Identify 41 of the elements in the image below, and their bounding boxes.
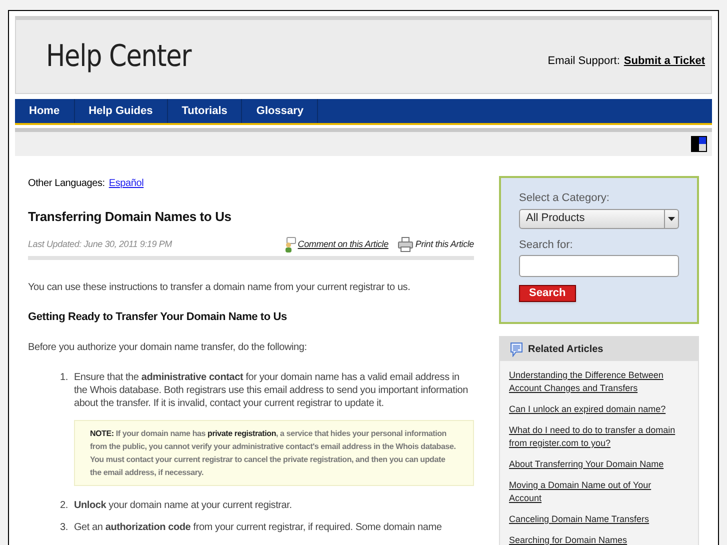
nav-tab[interactable]: Glossary <box>242 99 318 123</box>
nav-tab[interactable]: Home <box>15 99 75 123</box>
step-number: 2. <box>60 499 68 512</box>
nav-tab[interactable]: Tutorials <box>168 99 242 123</box>
step-number: 3. <box>60 521 68 534</box>
site-title: Help Center <box>46 38 192 76</box>
languages-label: Other Languages: <box>28 177 105 191</box>
speech-bubble-icon <box>510 342 523 356</box>
related-article-link[interactable]: Searching for Domain Names <box>509 534 689 545</box>
intro-paragraph: You can use these instructions to transfer a domain name from your current registrar to us. <box>28 280 412 294</box>
related-article-link[interactable]: Understanding the Difference Between Account Changes and Transfers <box>509 369 689 395</box>
lead-paragraph: Before you authorize your domain name transfer, do the following: <box>28 341 308 355</box>
comment-link[interactable]: Comment on this Article <box>298 238 388 252</box>
category-dropdown[interactable]: All Products <box>519 208 679 228</box>
related-article-link[interactable]: What do I need to do to transfer a domain from register.com to you? <box>509 424 689 450</box>
nav-tab[interactable]: Help Guides <box>74 99 168 123</box>
search-button[interactable]: Search <box>519 285 576 302</box>
printer-icon <box>398 237 414 252</box>
support-label: Email Support: <box>548 54 620 70</box>
search-field[interactable] <box>519 255 679 277</box>
related-article-link[interactable]: Can I unlock an expired domain name? <box>509 403 689 416</box>
grid-icon[interactable] <box>691 136 707 152</box>
step-number: 1. <box>60 371 68 385</box>
last-updated-text: Last Updated: June 30, 2011 9:19 PM <box>28 238 173 251</box>
caret-icon <box>668 216 675 220</box>
language-link[interactable]: Español <box>108 176 144 191</box>
step-text: Get an authorization code from your current registrar, if required. Some domain name <box>74 521 443 534</box>
search-label: Search for: <box>519 238 574 252</box>
step-text: Unlock your domain name at your current registrar. <box>74 499 293 512</box>
article-title: Transferring Domain Names to Us <box>28 208 232 226</box>
related-title: Related Articles <box>528 342 604 356</box>
related-article-link[interactable]: About Transferring Your Domain Name <box>509 458 689 471</box>
category-label: Select a Category: <box>519 191 610 206</box>
submit-ticket-link[interactable]: Submit a Ticket <box>624 53 705 70</box>
print-link[interactable]: Print this Article <box>415 238 474 252</box>
related-article-link[interactable]: Moving a Domain Name out of Your Account <box>509 479 689 505</box>
section-heading: Getting Ready to Transfer Your Domain Name to Us <box>28 310 288 324</box>
related-article-link[interactable]: Canceling Domain Name Transfers <box>509 513 689 526</box>
step-text: Ensure that the administrative contact for your domain name has a valid email address in the Whois database. Both registrars use this email address to send you important information about the transfer. If it is invalid, contact your current registrar to update it. <box>74 371 469 410</box>
comment-person-icon <box>284 236 296 252</box>
note-box: NOTE: If your domain name has private registration, a service that hides your personal information from the public, you cannot verify your administrative contact's email address in the Whois database. You must contact your current registrar to cancel the private registration, and then you can update the email address, if necessary. <box>74 420 474 486</box>
